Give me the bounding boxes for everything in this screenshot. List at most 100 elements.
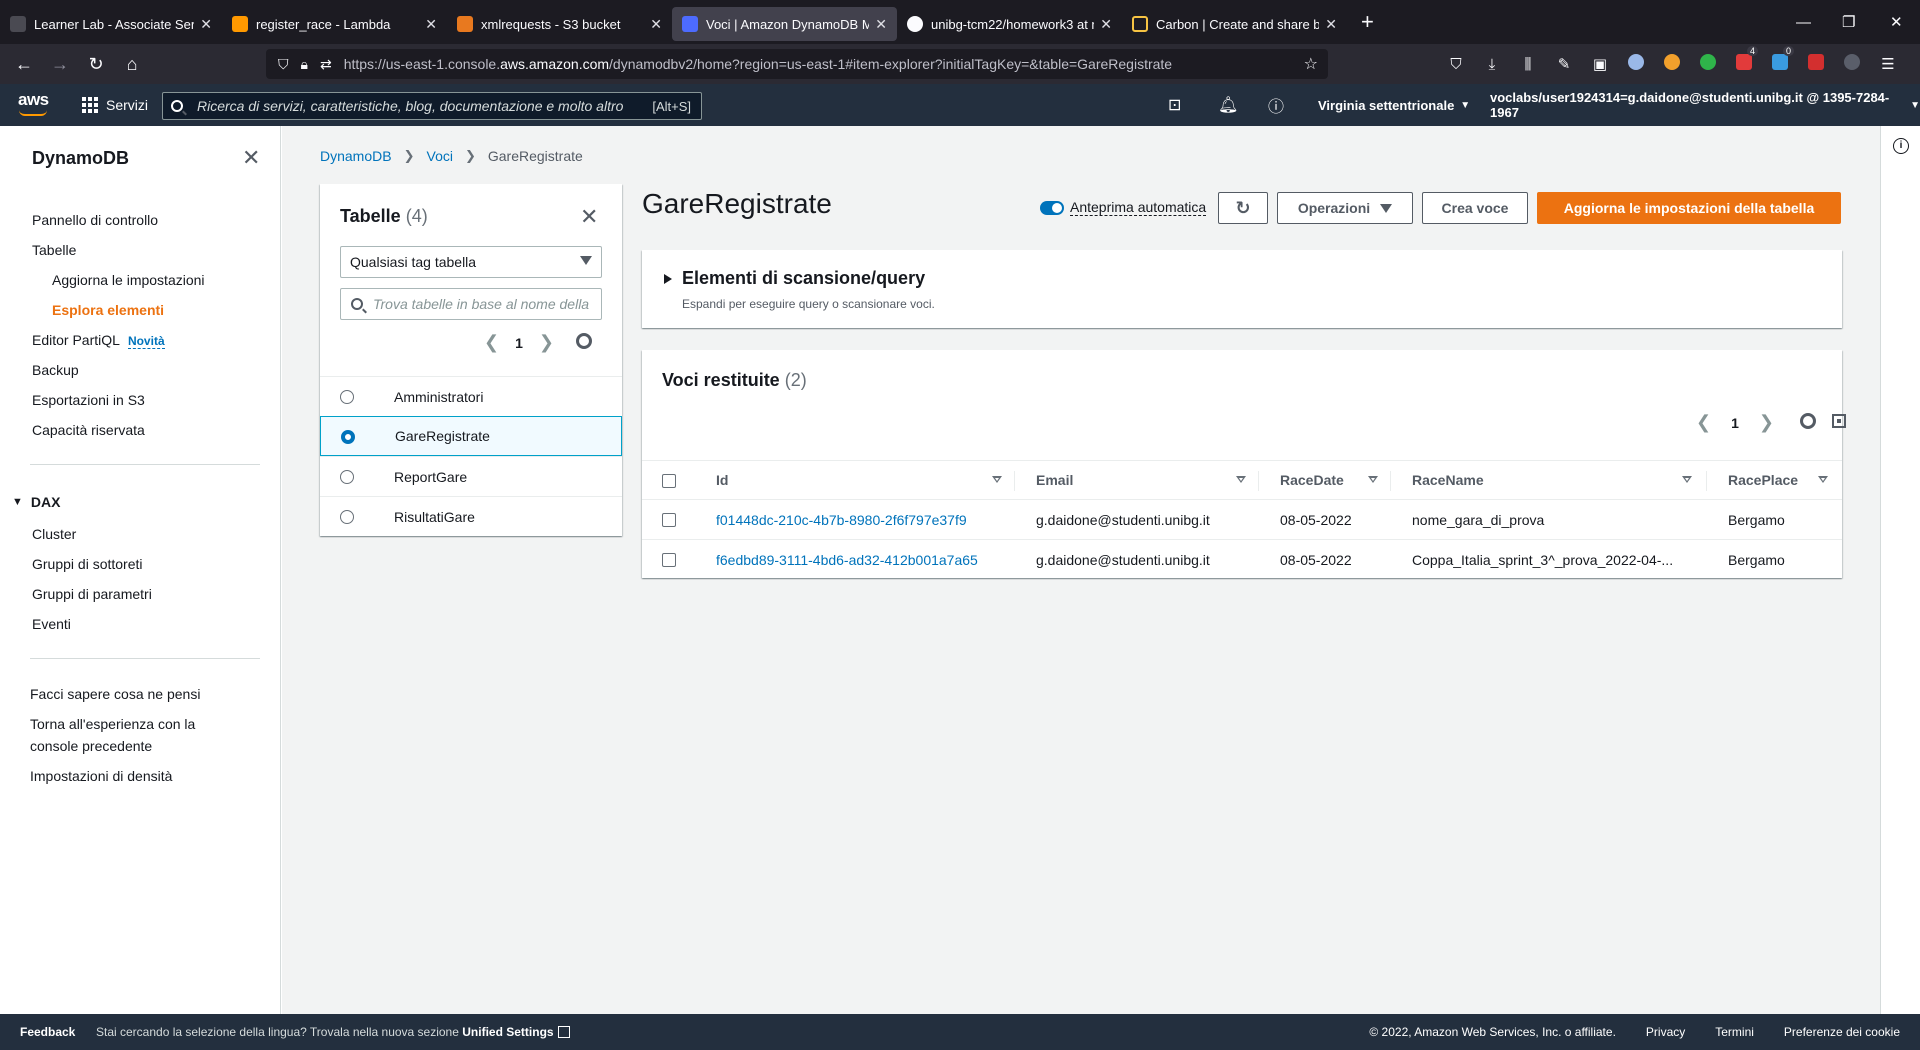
radio-button[interactable] xyxy=(340,510,354,524)
toggle-switch[interactable] xyxy=(1040,200,1064,215)
table-row-gareregistrate[interactable]: GareRegistrate xyxy=(320,416,622,456)
extension-orange-icon[interactable] xyxy=(1654,54,1690,74)
item-id-link[interactable]: f01448dc-210c-4b7b-8980-2f6f797e37f9 xyxy=(716,500,967,539)
settings-gear-icon[interactable] xyxy=(1799,413,1816,432)
sidebar-item-dashboard[interactable]: Pannello di controllo xyxy=(32,212,158,228)
window-close-icon[interactable]: ✕ xyxy=(1890,0,1903,44)
back-icon[interactable]: ← xyxy=(6,54,42,75)
info-icon[interactable]: i xyxy=(1893,138,1909,154)
column-separator[interactable] xyxy=(1014,471,1015,491)
library-icon[interactable]: ⫼ xyxy=(1510,56,1546,73)
row-checkbox[interactable] xyxy=(662,513,676,527)
unified-settings-link[interactable]: Unified Settings xyxy=(462,1025,553,1039)
sidebar-item-parameter-groups[interactable]: Gruppi di parametri xyxy=(32,586,152,602)
sidebar-item-partiql-editor[interactable]: Editor PartiQL Novità xyxy=(32,332,165,349)
screenshot-icon[interactable]: ▣ xyxy=(1582,55,1618,73)
cookie-preferences-link[interactable]: Preferenze dei cookie xyxy=(1784,1025,1900,1039)
previous-console-link-line2[interactable]: console precedente xyxy=(30,738,152,754)
reload-icon[interactable]: ↻ xyxy=(78,54,114,75)
services-menu-button[interactable]: Servizi xyxy=(82,84,148,126)
chevron-left-icon[interactable]: ❮ xyxy=(1696,412,1711,433)
table-row-amministratori[interactable]: Amministratori xyxy=(320,376,622,416)
external-link-icon[interactable] xyxy=(557,1026,570,1038)
sidebar-item-s3-exports[interactable]: Esportazioni in S3 xyxy=(32,392,145,408)
close-icon[interactable]: ✕ xyxy=(200,16,212,33)
update-table-settings-button[interactable]: Aggiorna le impostazioni della tabella xyxy=(1537,192,1841,224)
profile-icon[interactable] xyxy=(1834,54,1870,74)
create-item-button[interactable]: Crea voce xyxy=(1422,192,1528,224)
sort-icon[interactable] xyxy=(992,476,1002,483)
item-id-link[interactable]: f6edbd89-3111-4bd6-ad32-412b001a7a65 xyxy=(716,540,978,580)
operations-button[interactable]: Operazioni xyxy=(1277,192,1413,224)
column-separator[interactable] xyxy=(1258,471,1259,491)
chevron-right-icon[interactable]: ❯ xyxy=(1759,412,1774,433)
scan-query-title[interactable]: Elementi di scansione/query xyxy=(682,268,925,289)
column-header-racename[interactable]: RaceName xyxy=(1412,461,1484,499)
sidebar-item-subnet-groups[interactable]: Gruppi di sottoreti xyxy=(32,556,143,572)
aws-logo[interactable]: aws xyxy=(18,90,49,116)
browser-tab-s3[interactable]: xmlrequests - S3 bucket ✕ xyxy=(447,7,672,41)
column-header-raceplace[interactable]: RacePlace xyxy=(1728,461,1798,499)
aws-search-input[interactable]: Ricerca di servizi, caratteristiche, blo… xyxy=(162,92,702,120)
minimize-icon[interactable]: — xyxy=(1796,0,1811,44)
refresh-button[interactable]: ↻ xyxy=(1218,192,1268,224)
fullscreen-icon[interactable] xyxy=(1831,414,1846,431)
density-settings-link[interactable]: Impostazioni di densità xyxy=(30,768,172,784)
extension-blue-icon[interactable] xyxy=(1618,54,1654,74)
terms-link[interactable]: Termini xyxy=(1715,1025,1754,1039)
sort-icon[interactable] xyxy=(1818,476,1828,483)
sidebar-item-tables[interactable]: Tabelle xyxy=(32,242,76,258)
sidebar-item-cluster[interactable]: Cluster xyxy=(32,526,76,542)
dax-section-toggle[interactable]: ▼ DAX xyxy=(12,494,60,510)
table-search-input[interactable]: Trova tabelle in base al nome della xyxy=(340,288,602,320)
caret-right-icon[interactable] xyxy=(664,274,672,284)
extension-green-shield-icon[interactable] xyxy=(1690,54,1726,74)
notifications-bell-icon[interactable]: 🔔︎ xyxy=(1218,84,1238,126)
chevron-left-icon[interactable]: ❮ xyxy=(484,332,499,353)
close-icon[interactable]: ✕ xyxy=(650,16,662,33)
sidebar-item-explore-items[interactable]: Esplora elementi xyxy=(52,302,164,318)
footer-feedback-link[interactable]: Feedback xyxy=(20,1025,75,1039)
sidebar-item-update-settings[interactable]: Aggiorna le impostazioni xyxy=(52,272,205,288)
close-panel-icon[interactable]: ✕ xyxy=(580,204,598,230)
browser-tab-github[interactable]: unibg-tcm22/homework3 at m ✕ xyxy=(897,7,1122,41)
bookmark-star-icon[interactable]: ☆ xyxy=(1304,54,1318,74)
previous-console-link[interactable]: Torna all'esperienza con la xyxy=(30,716,195,732)
shield-icon[interactable]: ⛉ xyxy=(278,56,289,73)
radio-button[interactable] xyxy=(340,390,354,404)
extension-red-icon[interactable]: 4 xyxy=(1726,46,1762,74)
browser-tab-carbon[interactable]: Carbon | Create and share beau ✕ xyxy=(1122,7,1347,41)
close-icon[interactable]: ✕ xyxy=(1100,16,1112,33)
sort-icon[interactable] xyxy=(1236,476,1246,483)
close-icon[interactable]: ✕ xyxy=(1325,16,1337,33)
help-icon[interactable]: ⓘ xyxy=(1268,84,1284,126)
sidebar-item-reserved-capacity[interactable]: Capacità riservata xyxy=(32,422,145,438)
menu-icon[interactable]: ☰ xyxy=(1870,55,1906,73)
column-separator[interactable] xyxy=(1390,471,1391,491)
column-header-racedate[interactable]: RaceDate xyxy=(1280,461,1344,499)
breadcrumb-items[interactable]: Voci xyxy=(427,148,453,164)
browser-tab-learner-lab[interactable]: Learner Lab - Associate Services ✕ xyxy=(0,7,222,41)
new-tab-icon[interactable]: + xyxy=(1361,9,1374,35)
cloudshell-icon[interactable]: ⊡ xyxy=(1168,84,1181,126)
feedback-link[interactable]: Facci sapere cosa ne pensi xyxy=(30,686,200,702)
browser-tab-dynamodb[interactable]: Voci | Amazon DynamoDB Mana ✕ xyxy=(672,7,897,41)
region-selector[interactable]: Virginia settentrionale ▼ xyxy=(1318,84,1470,126)
privacy-link[interactable]: Privacy xyxy=(1646,1025,1685,1039)
auto-preview-toggle[interactable]: Anteprima automatica xyxy=(1040,199,1207,216)
url-bar[interactable]: ⛉ 🔒︎ ⇄ https://us-east-1.console. aws.ama… xyxy=(266,49,1328,79)
breadcrumb-dynamodb[interactable]: DynamoDB xyxy=(320,148,392,164)
sidebar-item-backup[interactable]: Backup xyxy=(32,362,79,378)
pocket-icon[interactable]: ⛉ xyxy=(1438,56,1474,73)
table-row-risultatigare[interactable]: RisultatiGare xyxy=(320,496,622,536)
table-row-reportgare[interactable]: ReportGare xyxy=(320,456,622,496)
sort-icon[interactable] xyxy=(1368,476,1378,483)
extension-lightblue-icon[interactable]: 0 xyxy=(1762,46,1798,74)
scan-query-section[interactable]: Elementi di scansione/query Espandi per … xyxy=(642,250,1842,328)
forward-icon[interactable]: → xyxy=(42,54,78,75)
close-sidebar-icon[interactable]: ✕ xyxy=(242,145,260,171)
tools-icon[interactable]: ✎ xyxy=(1546,55,1582,73)
chevron-right-icon[interactable]: ❯ xyxy=(539,332,554,353)
column-separator[interactable] xyxy=(1706,471,1707,491)
sort-icon[interactable] xyxy=(1682,476,1692,483)
